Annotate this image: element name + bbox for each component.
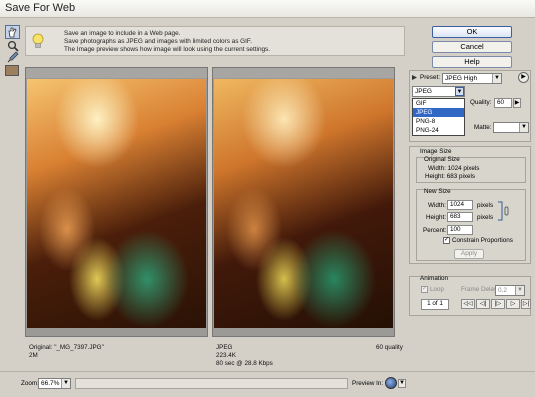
hand-tool-icon[interactable] bbox=[5, 25, 20, 39]
help-button[interactable]: Help bbox=[432, 56, 512, 68]
percent-label: Percent: bbox=[423, 227, 447, 234]
quality-field[interactable]: 60 bbox=[494, 98, 512, 108]
height-unit: pixels bbox=[477, 214, 494, 221]
new-height-field[interactable]: 683 bbox=[447, 212, 473, 222]
zoom-value: 66.7% bbox=[41, 380, 60, 387]
matte-select[interactable]: ▼ bbox=[493, 122, 529, 133]
format-value: JPEG bbox=[415, 88, 432, 95]
next-frame-icon[interactable]: ▷ bbox=[506, 299, 520, 309]
lightbulb-icon bbox=[32, 33, 44, 48]
frame-delay-value: 0.2 bbox=[498, 287, 508, 294]
chevron-down-icon: ▼ bbox=[492, 74, 501, 83]
original-filesize: 2M bbox=[29, 352, 38, 359]
preset-select[interactable]: JPEG High ▼ bbox=[442, 73, 502, 84]
original-image bbox=[27, 79, 206, 328]
original-preview-pane[interactable] bbox=[25, 67, 208, 337]
optimized-quality: 60 quality bbox=[376, 344, 403, 351]
frame-delay-label: Frame Delay: bbox=[461, 286, 499, 293]
first-frame-icon[interactable]: ◁◁ bbox=[461, 299, 475, 309]
info-line-3: The Image preview shows how image will l… bbox=[64, 46, 271, 53]
title-bar: Save For Web bbox=[0, 0, 535, 18]
chevron-down-icon: ▼ bbox=[515, 286, 524, 295]
percent-field[interactable]: 100 bbox=[447, 225, 473, 235]
eyedropper-color-swatch[interactable] bbox=[5, 65, 19, 76]
zoom-select[interactable]: 66.7% ▼ bbox=[38, 378, 71, 389]
preset-label: Preset: bbox=[420, 74, 440, 81]
original-width: Width: 1024 pixels bbox=[428, 165, 480, 172]
cancel-button[interactable]: Cancel bbox=[432, 41, 512, 53]
play-icon[interactable]: |▷ bbox=[491, 299, 505, 309]
format-dropdown-list[interactable]: GIF JPEG PNG-8 PNG-24 bbox=[412, 98, 465, 136]
preview-in-label: Preview In: bbox=[352, 380, 384, 387]
info-box: Save an image to include in a Web page. … bbox=[25, 26, 405, 56]
frame-counter: 1 of 1 bbox=[421, 299, 449, 310]
quality-label: Quality: bbox=[470, 99, 492, 106]
new-size-title: New Size bbox=[424, 188, 451, 195]
constrain-label: Constrain Proportions bbox=[452, 237, 513, 244]
original-filename: Original: "_MG_7397.JPG" bbox=[29, 344, 104, 351]
loop-checkbox[interactable]: ✓ bbox=[421, 286, 428, 293]
apply-button[interactable]: Apply bbox=[454, 249, 484, 259]
optimized-filesize: 223.4K bbox=[216, 352, 236, 359]
format-option-png8[interactable]: PNG-8 bbox=[413, 117, 464, 126]
optimized-preview-pane[interactable] bbox=[212, 67, 395, 337]
constrain-checkbox[interactable]: ✓ bbox=[443, 237, 450, 244]
browser-icon[interactable] bbox=[385, 377, 397, 389]
optimized-format: JPEG bbox=[216, 344, 233, 351]
width-unit: pixels bbox=[477, 202, 494, 209]
optimized-download-time: 80 sec @ 28.8 Kbps bbox=[216, 360, 273, 367]
preset-value: JPEG High bbox=[445, 75, 478, 82]
format-option-png24[interactable]: PNG-24 bbox=[413, 126, 464, 135]
frame-delay-select[interactable]: 0.2 ▼ bbox=[495, 285, 525, 296]
optimized-image bbox=[214, 79, 393, 328]
animation-group bbox=[409, 276, 531, 316]
status-field bbox=[75, 378, 348, 389]
info-line-2: Save photographs as JPEG and images with… bbox=[64, 38, 252, 45]
image-size-title: Image Size bbox=[420, 148, 452, 155]
format-select[interactable]: JPEG ▼ bbox=[412, 86, 465, 97]
chevron-down-icon[interactable]: ▼ bbox=[398, 379, 406, 388]
format-option-gif[interactable]: GIF bbox=[413, 99, 464, 108]
window-title: Save For Web bbox=[5, 2, 76, 14]
ok-button[interactable]: OK bbox=[432, 26, 512, 38]
original-size-title: Original Size bbox=[424, 156, 460, 163]
link-bracket-icon bbox=[497, 200, 511, 224]
chevron-down-icon: ▼ bbox=[519, 123, 528, 132]
settings-expand-icon[interactable] bbox=[411, 74, 418, 83]
new-height-label: Height: bbox=[426, 214, 446, 221]
format-option-jpeg[interactable]: JPEG bbox=[413, 108, 464, 117]
quality-slider-icon[interactable]: ▶ bbox=[513, 98, 521, 108]
animation-title: Animation bbox=[420, 275, 449, 282]
settings-menu-icon[interactable]: ▶ bbox=[518, 72, 529, 83]
eyedropper-tool-icon[interactable] bbox=[7, 51, 19, 65]
chevron-down-icon: ▼ bbox=[61, 379, 70, 388]
matte-label: Matte: bbox=[474, 124, 492, 131]
new-width-field[interactable]: 1024 bbox=[447, 200, 473, 210]
zoom-label: Zoom: bbox=[21, 380, 39, 387]
chevron-down-icon[interactable]: ▼ bbox=[455, 87, 464, 96]
last-frame-icon[interactable]: ▷| bbox=[521, 299, 531, 309]
loop-label: Loop bbox=[430, 286, 445, 293]
original-height: Height: 683 pixels bbox=[425, 173, 476, 180]
new-width-label: Width: bbox=[428, 202, 446, 209]
previous-frame-icon[interactable]: ◁| bbox=[476, 299, 490, 309]
info-line-1: Save an image to include in a Web page. bbox=[64, 30, 181, 37]
